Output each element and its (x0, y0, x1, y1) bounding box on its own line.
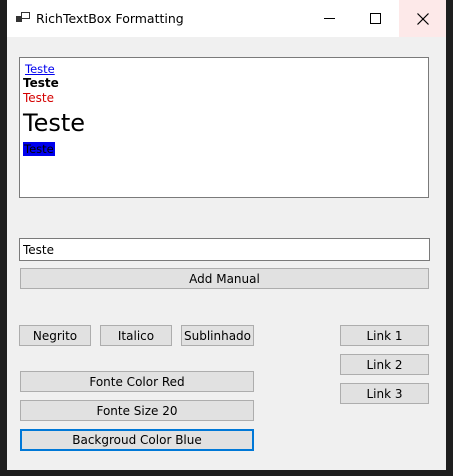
add-manual-button[interactable]: Add Manual (20, 268, 429, 289)
minimize-button[interactable] (306, 0, 352, 37)
link2-button[interactable]: Link 2 (340, 354, 429, 375)
font-size-20-button[interactable]: Fonte Size 20 (20, 400, 254, 421)
app-icon (16, 12, 30, 22)
font-color-red-button[interactable]: Fonte Color Red (20, 371, 254, 392)
rich-text-bold-line: Teste (23, 76, 59, 90)
sublinhado-button[interactable]: Sublinhado (181, 325, 254, 346)
minimize-icon (323, 18, 335, 19)
background-color-blue-button[interactable]: Backgroud Color Blue (20, 429, 254, 451)
app-window: RichTextBox Formatting Teste Teste Teste… (7, 0, 446, 470)
rich-text-highlight-line: Teste (23, 142, 55, 156)
close-icon (416, 12, 429, 25)
title-bar[interactable]: RichTextBox Formatting (7, 0, 446, 37)
maximize-icon (369, 13, 381, 24)
rich-text-red-line: Teste (23, 91, 55, 105)
negrito-button[interactable]: Negrito (19, 325, 91, 346)
rich-text-large-line: Teste (23, 109, 86, 137)
italico-button[interactable]: Italico (100, 325, 172, 346)
text-input[interactable] (19, 238, 430, 261)
rich-text-box[interactable]: Teste Teste Teste Teste Teste (19, 57, 429, 198)
link3-button[interactable]: Link 3 (340, 383, 429, 404)
rich-text-link-line[interactable]: Teste (25, 62, 55, 76)
window-title: RichTextBox Formatting (36, 11, 184, 26)
close-button[interactable] (399, 0, 446, 37)
maximize-button[interactable] (352, 0, 398, 37)
link1-button[interactable]: Link 1 (340, 325, 429, 346)
